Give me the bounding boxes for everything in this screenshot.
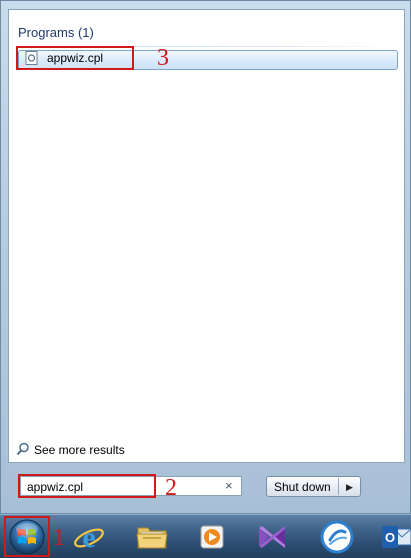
ring-icon[interactable] <box>318 518 356 556</box>
visual-studio-icon[interactable] <box>253 518 291 556</box>
start-highlight-box <box>4 516 50 557</box>
step-1-label: 1 <box>53 525 65 551</box>
svg-text:e: e <box>82 521 95 554</box>
search-highlight-box <box>18 474 156 498</box>
outlook-icon[interactable]: O <box>380 518 411 556</box>
programs-header: Programs (1) <box>18 25 94 40</box>
start-menu: Programs (1) <box>0 0 411 514</box>
program-highlight-box <box>16 46 134 70</box>
shut-down-options-arrow-icon[interactable]: ▶ <box>346 481 353 493</box>
search-results-pane: Programs (1) <box>8 9 405 463</box>
step-2-label: 2 <box>165 475 177 501</box>
ie-icon[interactable]: e <box>70 518 108 556</box>
clear-search-icon[interactable]: × <box>225 479 233 493</box>
svg-text:O: O <box>385 530 395 545</box>
shut-down-separator <box>338 478 339 495</box>
media-player-icon[interactable] <box>193 518 231 556</box>
step-3-label: 3 <box>157 45 169 71</box>
search-icon <box>16 442 29 456</box>
shut-down-label[interactable]: Shut down <box>274 480 331 494</box>
see-more-results-link[interactable]: See more results <box>34 443 125 457</box>
folder-icon[interactable] <box>133 518 171 556</box>
